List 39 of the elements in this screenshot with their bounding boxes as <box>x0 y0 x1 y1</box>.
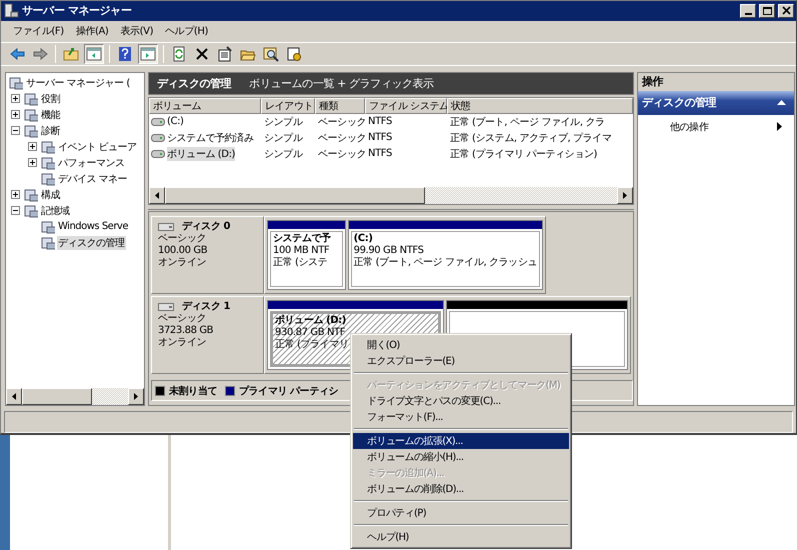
partition-size: 100 MB NTF <box>273 244 330 256</box>
table-cell-text: シンプル <box>263 148 304 161</box>
table-cell-text: 正常 (システム, アクティブ, プライマ <box>449 132 612 145</box>
table-cell-text: シンプル <box>263 132 304 145</box>
table-cell-text: ベーシック <box>317 148 365 161</box>
table-cell-text: 正常 (ブート, ページ ファイル, クラ <box>449 116 606 129</box>
actions-title: 操作 <box>638 72 794 91</box>
table-cell-text: ベーシック <box>317 132 365 145</box>
disk-status: オンライン <box>158 256 208 269</box>
disk-name: ディスク 0 <box>182 220 230 233</box>
disk-name: ディスク 1 <box>182 300 230 313</box>
table-cell-text: NTFS <box>367 148 393 160</box>
disk-type: ベーシック <box>158 232 208 245</box>
window-title: サーバー マネージャー <box>22 3 132 18</box>
header-title: ディスクの管理 <box>157 76 232 91</box>
menu-item: ミラーの追加(A)... <box>353 465 569 481</box>
disk-type: ベーシック <box>158 312 208 325</box>
partition-status: 正常 (システ <box>273 256 328 269</box>
disk-size: 100.00 GB <box>158 244 208 257</box>
disk-size: 3723.88 GB <box>158 324 214 337</box>
table-cell-text: シンプル <box>263 116 304 129</box>
section-title: ディスクの管理 <box>642 95 716 110</box>
disk-status: オンライン <box>158 336 208 349</box>
action-label: 他の操作 <box>670 120 708 134</box>
table-cell-text: NTFS <box>367 132 393 144</box>
partition-size: 930.87 GB NTF <box>275 326 346 338</box>
partition-name: (C:) <box>354 232 373 245</box>
table-cell-text: ベーシック <box>317 116 365 129</box>
table-cell-text: NTFS <box>367 116 393 128</box>
table-cell-text: 正常 (プライマリ パーティション) <box>449 148 598 161</box>
partition-status: 正常 (プライマリ <box>275 338 348 351</box>
legend-label: プライマリ パーティシ <box>239 384 338 398</box>
partition-name: システムで予 <box>273 232 331 245</box>
legend-label: 未割り当て <box>169 384 218 398</box>
menu-item: パーティションをアクティブとしてマーク(M) <box>353 377 569 393</box>
partition-status: 正常 (ブート, ページ ファイル, クラッシュ <box>354 256 537 269</box>
header-subtitle: ボリュームの一覧 + グラフィック表示 <box>249 76 434 91</box>
partition-name: ボリューム (D:) <box>275 314 346 327</box>
partition-size: 99.90 GB NTFS <box>354 244 424 256</box>
